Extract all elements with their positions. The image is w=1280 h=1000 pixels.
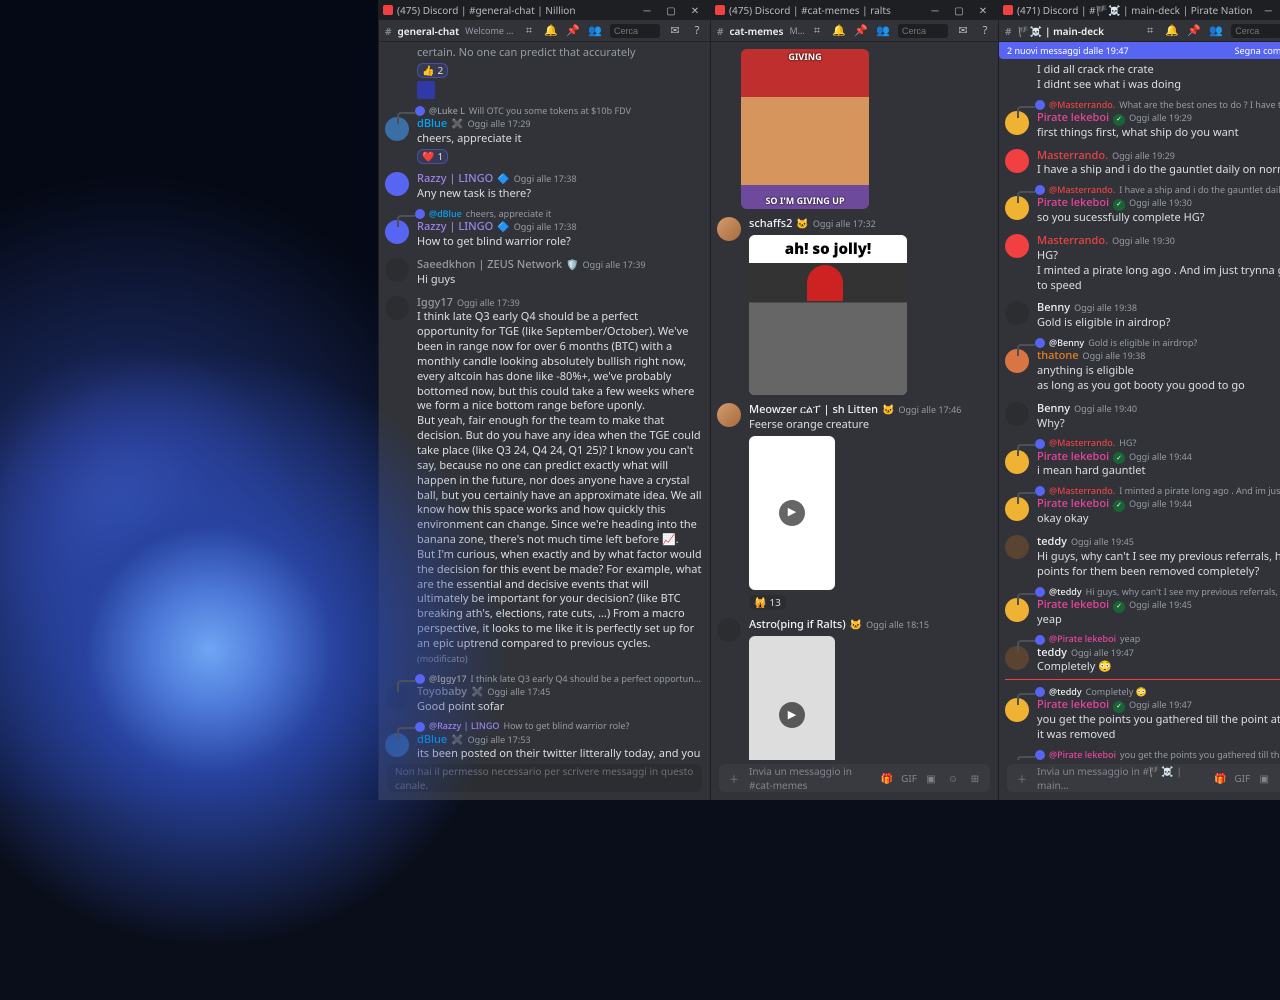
- pin-icon[interactable]: 📌: [1187, 24, 1201, 38]
- image-attachment[interactable]: ah! so jolly!: [749, 235, 907, 395]
- gif-icon[interactable]: GIF: [902, 771, 916, 785]
- titlebar[interactable]: (475) Discord | #general-chat | Nillion …: [379, 0, 710, 20]
- message-list[interactable]: GIVING SO I'M GIVING UP schaffs2 🐱 Oggi …: [711, 42, 998, 760]
- gift-icon[interactable]: 🎁: [1213, 771, 1227, 785]
- inbox-icon[interactable]: ✉: [956, 24, 970, 38]
- discord-logo-icon: [383, 5, 393, 15]
- message-input[interactable]: ＋ Invia un messaggio in #🏴☠️ | main… 🎁 G…: [1007, 764, 1280, 792]
- message-text: certain. No one can predict that accurat…: [385, 46, 702, 61]
- video-attachment[interactable]: ▶: [749, 436, 835, 590]
- play-icon[interactable]: ▶: [779, 500, 805, 526]
- play-icon[interactable]: ▶: [779, 702, 805, 728]
- discord-logo-icon: [1003, 5, 1013, 15]
- threads-icon[interactable]: ⌗: [810, 24, 824, 38]
- discord-logo-icon: [715, 5, 725, 15]
- gift-icon[interactable]: 🎁: [880, 771, 894, 785]
- reaction[interactable]: 🙀 13: [749, 595, 786, 611]
- members-icon[interactable]: 👥: [588, 24, 602, 38]
- maximize-button[interactable]: ▢: [948, 2, 970, 18]
- members-icon[interactable]: 👥: [876, 24, 890, 38]
- titlebar[interactable]: (475) Discord | #cat-memes | ralts ─ ▢ ✕: [711, 0, 998, 20]
- attach-icon[interactable]: ＋: [727, 771, 741, 785]
- new-messages-divider: NUOVI: [1005, 679, 1280, 680]
- channel-header: # 🏴☠️ | main-deck ⌗ 🔔 📌 👥 ✉ ?: [999, 20, 1280, 42]
- search-input[interactable]: [1231, 24, 1280, 38]
- reaction[interactable]: 👍 2: [417, 63, 448, 79]
- reply-ref[interactable]: @dBlue cheers, appreciate it: [415, 208, 702, 220]
- channel-header: # general-chat Welcome to Nillion! This …: [379, 20, 710, 42]
- pin-icon[interactable]: 📌: [566, 24, 580, 38]
- reply-ref[interactable]: @Luke L Will OTC you some tokens at $10b…: [415, 105, 702, 117]
- username[interactable]: dBlue: [417, 117, 447, 132]
- channel-header: # cat-memes MEDIA ONL… ⌗ 🔔 📌 👥 ✉ ?: [711, 20, 998, 42]
- username[interactable]: Iggy17: [417, 296, 453, 311]
- close-button[interactable]: ✕: [972, 2, 994, 18]
- help-icon[interactable]: ?: [978, 24, 992, 38]
- avatar[interactable]: [717, 618, 741, 642]
- maximize-button[interactable]: ▢: [660, 2, 682, 18]
- minimize-button[interactable]: ─: [636, 2, 658, 18]
- message-list[interactable]: I did all crack rhe crate I didnt see wh…: [999, 59, 1280, 760]
- message: dBlue ✖️ Oggi alle 17:29 cheers, appreci…: [385, 117, 702, 165]
- username[interactable]: Saeedkhon | ZEUS Network: [417, 258, 562, 273]
- discord-window-2: (475) Discord | #cat-memes | ralts ─ ▢ ✕…: [710, 0, 998, 800]
- channel-topic: Welcome to Nillion! This is a…: [465, 24, 516, 37]
- message: Razzy | LINGO 🔷 Oggi alle 17:38 Any new …: [385, 172, 702, 202]
- search-input[interactable]: [898, 24, 948, 38]
- sticker-icon: [417, 81, 435, 99]
- attach-icon[interactable]: ＋: [1015, 771, 1029, 785]
- image-attachment[interactable]: GIVING SO I'M GIVING UP: [741, 49, 869, 209]
- username[interactable]: Razzy | LINGO: [417, 172, 493, 187]
- sticker-icon[interactable]: ▣: [1257, 771, 1271, 785]
- threads-icon[interactable]: ⌗: [1143, 24, 1157, 38]
- members-icon[interactable]: 👥: [1209, 24, 1223, 38]
- notifications-icon[interactable]: 🔔: [832, 24, 846, 38]
- message-text: cheers, appreciate it: [417, 132, 702, 147]
- avatar[interactable]: [717, 217, 741, 241]
- reply-ref[interactable]: @Masterrando. What are the best ones to …: [1035, 99, 1280, 111]
- help-icon[interactable]: ?: [690, 24, 704, 38]
- avatar[interactable]: [385, 296, 409, 320]
- verified-icon: ✓: [1113, 114, 1125, 126]
- gif-icon[interactable]: GIF: [1235, 771, 1249, 785]
- channel-name: general-chat: [397, 24, 459, 38]
- hash-icon: #: [717, 24, 723, 38]
- minimize-button[interactable]: ─: [1257, 2, 1279, 18]
- pin-icon[interactable]: 📌: [854, 24, 868, 38]
- avatar[interactable]: [1005, 149, 1029, 173]
- notifications-icon[interactable]: 🔔: [1165, 24, 1179, 38]
- avatar[interactable]: [717, 403, 741, 427]
- hash-icon: #: [385, 24, 391, 38]
- new-messages-bar[interactable]: 2 nuovi messaggi dalle 19:47 Segna come …: [999, 42, 1280, 59]
- avatar[interactable]: [385, 258, 409, 282]
- discord-window-3: (471) Discord | #🏴☠️ | main-deck | Pirat…: [998, 0, 1280, 800]
- hash-icon: #: [1005, 24, 1011, 38]
- threads-icon[interactable]: ⌗: [522, 24, 536, 38]
- inbox-icon[interactable]: ✉: [668, 24, 682, 38]
- reply-ref[interactable]: @Razzy | LINGO How to get blind warrior …: [415, 720, 702, 732]
- reaction[interactable]: ❤️ 1: [417, 149, 448, 165]
- video-attachment[interactable]: ▶: [749, 636, 835, 760]
- close-button[interactable]: ✕: [684, 2, 706, 18]
- reply-ref[interactable]: @Iggy17 I think late Q3 early Q4 should …: [415, 673, 702, 685]
- notifications-icon[interactable]: 🔔: [544, 24, 558, 38]
- apps-icon[interactable]: ⊞: [968, 771, 982, 785]
- search-input[interactable]: [610, 24, 660, 38]
- titlebar[interactable]: (471) Discord | #🏴☠️ | main-deck | Pirat…: [999, 0, 1280, 20]
- emoji-icon[interactable]: ☺: [946, 771, 960, 785]
- minimize-button[interactable]: ─: [924, 2, 946, 18]
- timestamp: Oggi alle 17:29: [468, 118, 531, 130]
- desktop-wallpaper: [0, 0, 378, 800]
- window-title: (475) Discord | #general-chat | Nillion: [397, 3, 636, 17]
- sticker-icon[interactable]: ▣: [924, 771, 938, 785]
- message-input[interactable]: ＋ Invia un messaggio in #cat-memes 🎁 GIF…: [719, 764, 990, 792]
- avatar[interactable]: [385, 172, 409, 196]
